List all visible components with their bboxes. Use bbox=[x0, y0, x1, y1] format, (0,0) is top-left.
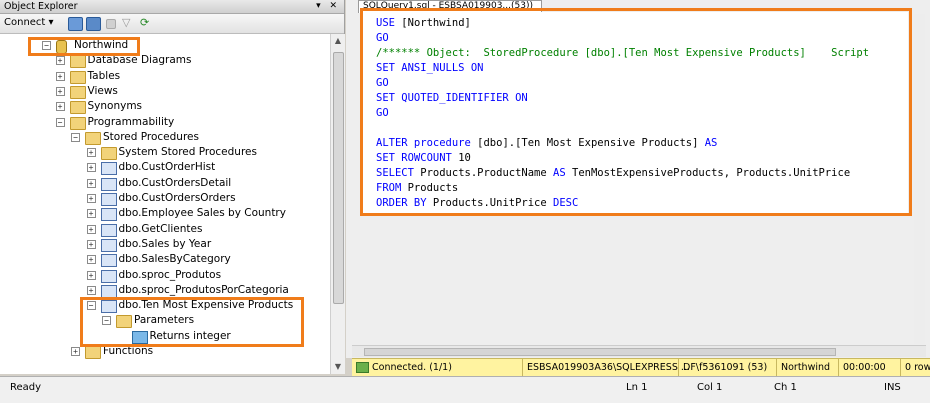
status-char: Ch 1 bbox=[774, 382, 797, 393]
tree-node-label: Programmability bbox=[87, 115, 175, 128]
server-name: ESBSA019903A36\SQLEXPRESS ... bbox=[522, 359, 690, 377]
connection-status: Connected. (1/1) bbox=[354, 359, 452, 377]
object-explorer-title: Object Explorer bbox=[4, 1, 78, 12]
tree-node-label: dbo.CustOrdersOrders bbox=[118, 192, 236, 204]
scroll-thumb[interactable] bbox=[364, 348, 836, 356]
expand-icon[interactable]: + bbox=[55, 86, 65, 96]
tree-node-label: dbo.SalesByCategory bbox=[118, 253, 231, 266]
connection-status-text: Connected. (1/1) bbox=[372, 362, 452, 373]
tree-vertical-scrollbar[interactable]: ▲ ▼ bbox=[330, 34, 345, 374]
expand-icon[interactable]: + bbox=[86, 163, 96, 173]
folder-icon bbox=[100, 147, 117, 161]
login-name: DF\f5361091 (53) bbox=[678, 359, 777, 377]
expand-icon[interactable]: + bbox=[71, 347, 80, 356]
folder-icon bbox=[69, 70, 86, 84]
folder-icon bbox=[69, 85, 86, 99]
database-name: Northwind bbox=[776, 359, 839, 377]
tree-node-label: dbo.Employee Sales by Country bbox=[118, 207, 286, 220]
collapse-icon[interactable]: − bbox=[71, 132, 80, 142]
tree-node[interactable]: − Programmability bbox=[0, 115, 330, 130]
tree-node[interactable]: + dbo.GetClientes bbox=[0, 222, 330, 237]
elapsed-time: 00:00:00 bbox=[838, 359, 901, 377]
scroll-down-icon[interactable]: ▼ bbox=[333, 362, 343, 372]
query-status-bar: Connected. (1/1) ESBSA019903A36\SQLEXPRE… bbox=[352, 358, 930, 377]
connect-button[interactable]: Connect ▾ bbox=[4, 16, 54, 30]
stored-procedure-icon bbox=[100, 284, 117, 298]
object-explorer-titlebar: Object Explorer ▾ ✕ bbox=[0, 0, 344, 14]
expand-icon[interactable]: + bbox=[55, 102, 65, 112]
expand-icon[interactable]: + bbox=[86, 178, 96, 188]
expand-icon[interactable]: + bbox=[55, 56, 65, 66]
tree-node-label: dbo.GetClientes bbox=[118, 222, 203, 235]
status-ready: Ready bbox=[10, 382, 42, 393]
tree-node[interactable]: + dbo.CustOrderHist bbox=[0, 160, 330, 176]
highlight-procedure bbox=[80, 297, 304, 347]
tree-node-label: System Stored Procedures bbox=[118, 146, 257, 159]
tree-node[interactable]: + dbo.Sales by Year bbox=[0, 237, 330, 252]
folder-icon bbox=[69, 55, 86, 69]
folder-icon bbox=[69, 116, 86, 130]
folder-icon bbox=[85, 131, 101, 145]
tree-node-label: Tables bbox=[87, 69, 121, 82]
row-count: 0 rows bbox=[900, 359, 930, 377]
connect-object-explorer-icon[interactable] bbox=[68, 17, 83, 31]
expand-icon[interactable]: + bbox=[86, 270, 96, 280]
filter-icon[interactable]: ▽ bbox=[122, 17, 135, 29]
stored-procedure-icon bbox=[100, 208, 117, 222]
tree-node-label: dbo.sproc_ProdutosPorCategoria bbox=[118, 283, 289, 296]
tree-node-label: dbo.CustOrderHist bbox=[118, 161, 216, 174]
expand-icon[interactable]: + bbox=[86, 224, 96, 234]
stored-procedure-icon bbox=[100, 162, 117, 176]
tree-node[interactable]: + System Stored Procedures bbox=[0, 145, 330, 161]
stored-procedure-icon bbox=[100, 254, 117, 268]
refresh-icon[interactable]: ⟳ bbox=[140, 17, 153, 29]
stored-procedure-icon bbox=[100, 269, 117, 283]
tree-node[interactable]: + dbo.CustOrdersDetail bbox=[0, 176, 330, 191]
tree-node[interactable]: + Synonyms bbox=[0, 99, 330, 115]
tree-node-label: dbo.CustOrdersDetail bbox=[118, 176, 232, 189]
expand-icon[interactable]: + bbox=[86, 148, 96, 158]
panel-window-buttons[interactable]: ▾ ✕ bbox=[316, 0, 340, 13]
expand-icon[interactable]: + bbox=[55, 71, 65, 81]
editor-vertical-scrollbar[interactable] bbox=[914, 14, 925, 344]
expand-icon[interactable]: + bbox=[86, 194, 96, 203]
stored-procedure-icon bbox=[100, 223, 117, 237]
tree-node[interactable]: + dbo.CustOrdersOrders bbox=[0, 191, 330, 206]
status-line: Ln 1 bbox=[626, 382, 648, 393]
status-insert-mode: INS bbox=[884, 382, 901, 393]
tree-node[interactable]: + Tables bbox=[0, 69, 330, 84]
highlight-northwind bbox=[28, 37, 140, 56]
object-explorer-toolbar: Connect ▾ ▽ ⟳ bbox=[0, 14, 344, 34]
stored-procedure-icon bbox=[100, 238, 117, 252]
expand-icon[interactable]: + bbox=[86, 239, 96, 249]
stored-procedure-icon bbox=[100, 177, 117, 191]
main-status-bar: Ready Ln 1 Col 1 Ch 1 INS bbox=[0, 376, 930, 403]
highlight-code bbox=[360, 8, 912, 216]
tree-node-label: Stored Procedures bbox=[103, 130, 199, 143]
editor-horizontal-scrollbar[interactable] bbox=[352, 345, 926, 357]
tree-node-label: Synonyms bbox=[87, 100, 143, 113]
tree-node-label: dbo.sproc_Produtos bbox=[118, 268, 222, 281]
scroll-thumb[interactable] bbox=[333, 52, 344, 304]
tree-node[interactable]: + dbo.sproc_ProdutosPorCategoria bbox=[0, 283, 330, 298]
collapse-icon[interactable]: − bbox=[55, 117, 65, 127]
tree-node-label: Views bbox=[87, 84, 118, 97]
expand-icon[interactable]: + bbox=[86, 209, 96, 219]
tree-node[interactable]: + dbo.sproc_Produtos bbox=[0, 268, 330, 283]
tree-node[interactable]: + dbo.SalesByCategory bbox=[0, 252, 330, 268]
tree-node[interactable]: − Stored Procedures bbox=[0, 130, 330, 145]
expand-icon[interactable]: + bbox=[86, 255, 96, 265]
disconnect-icon[interactable] bbox=[86, 17, 101, 31]
folder-icon bbox=[85, 346, 101, 359]
stored-procedure-icon bbox=[100, 193, 117, 206]
expand-icon[interactable]: + bbox=[86, 285, 96, 295]
stop-icon[interactable] bbox=[106, 19, 116, 29]
tree-node-label: dbo.Sales by Year bbox=[118, 237, 212, 250]
scroll-up-icon[interactable]: ▲ bbox=[333, 36, 343, 46]
status-column: Col 1 bbox=[697, 382, 723, 393]
connected-icon bbox=[356, 362, 369, 373]
folder-icon bbox=[69, 101, 86, 115]
tree-node[interactable]: + dbo.Employee Sales by Country bbox=[0, 206, 330, 222]
tree-node[interactable]: + Views bbox=[0, 84, 330, 99]
